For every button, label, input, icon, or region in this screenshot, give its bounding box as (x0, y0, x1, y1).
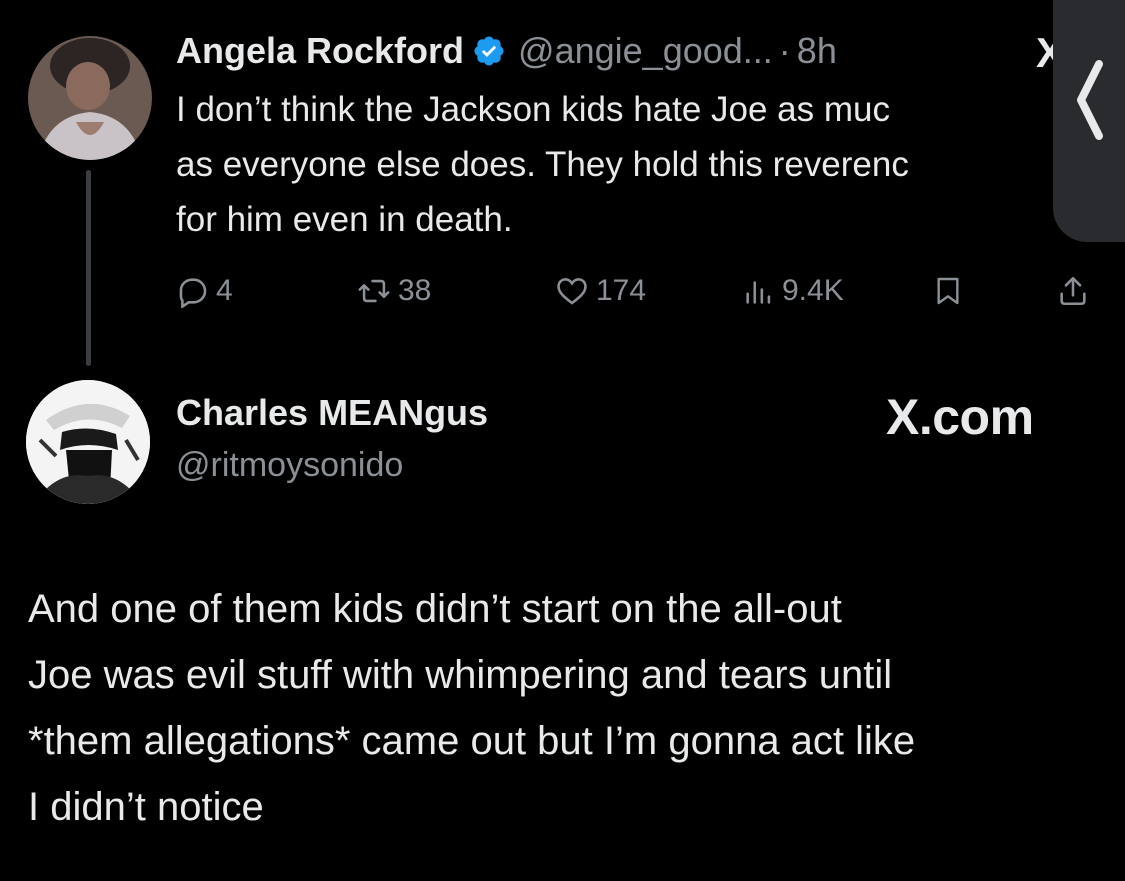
repost-count: 38 (398, 274, 432, 307)
thread-line (86, 170, 91, 366)
quote-author-handle[interactable]: @ritmoysonido (176, 446, 403, 485)
timestamp[interactable]: 8h (797, 30, 837, 72)
quote-text: And one of them kids didn’t start on the… (28, 587, 916, 829)
chevron-left-icon (1077, 60, 1103, 140)
repost-icon (358, 279, 390, 303)
verified-badge-icon (472, 34, 506, 68)
share-icon (1060, 276, 1086, 306)
reply-icon (179, 278, 207, 308)
views-button[interactable]: 9.4K (742, 268, 844, 314)
reply-button[interactable]: 4 (176, 268, 233, 314)
avatar-angela[interactable] (28, 36, 152, 160)
author-handle[interactable]: @angie_good... (518, 30, 773, 72)
views-count: 9.4K (782, 274, 844, 307)
avatar-charles[interactable] (26, 380, 150, 504)
tweet-header: Angela Rockford @angie_good... · 8h (176, 26, 837, 76)
separator-dot: · (778, 30, 791, 71)
author-name[interactable]: Angela Rockford (176, 30, 464, 72)
reply-count: 4 (216, 274, 233, 307)
side-panel-tab[interactable] (1053, 0, 1125, 242)
tweet-actions: 4 38 174 9.4K (176, 268, 1096, 314)
quote-author-name[interactable]: Charles MEANgus (176, 392, 488, 434)
share-button[interactable] (1056, 268, 1096, 314)
x-com-logo: X.com (886, 389, 1034, 445)
bookmark-icon (937, 277, 959, 305)
bookmark-button[interactable] (932, 268, 970, 314)
heart-icon (557, 278, 587, 305)
like-count: 174 (596, 274, 647, 307)
repost-button[interactable]: 38 (356, 268, 431, 314)
like-button[interactable]: 174 (554, 268, 646, 314)
tweet-text: I don’t think the Jackson kids hate Joe … (176, 90, 909, 239)
views-icon (746, 281, 771, 304)
